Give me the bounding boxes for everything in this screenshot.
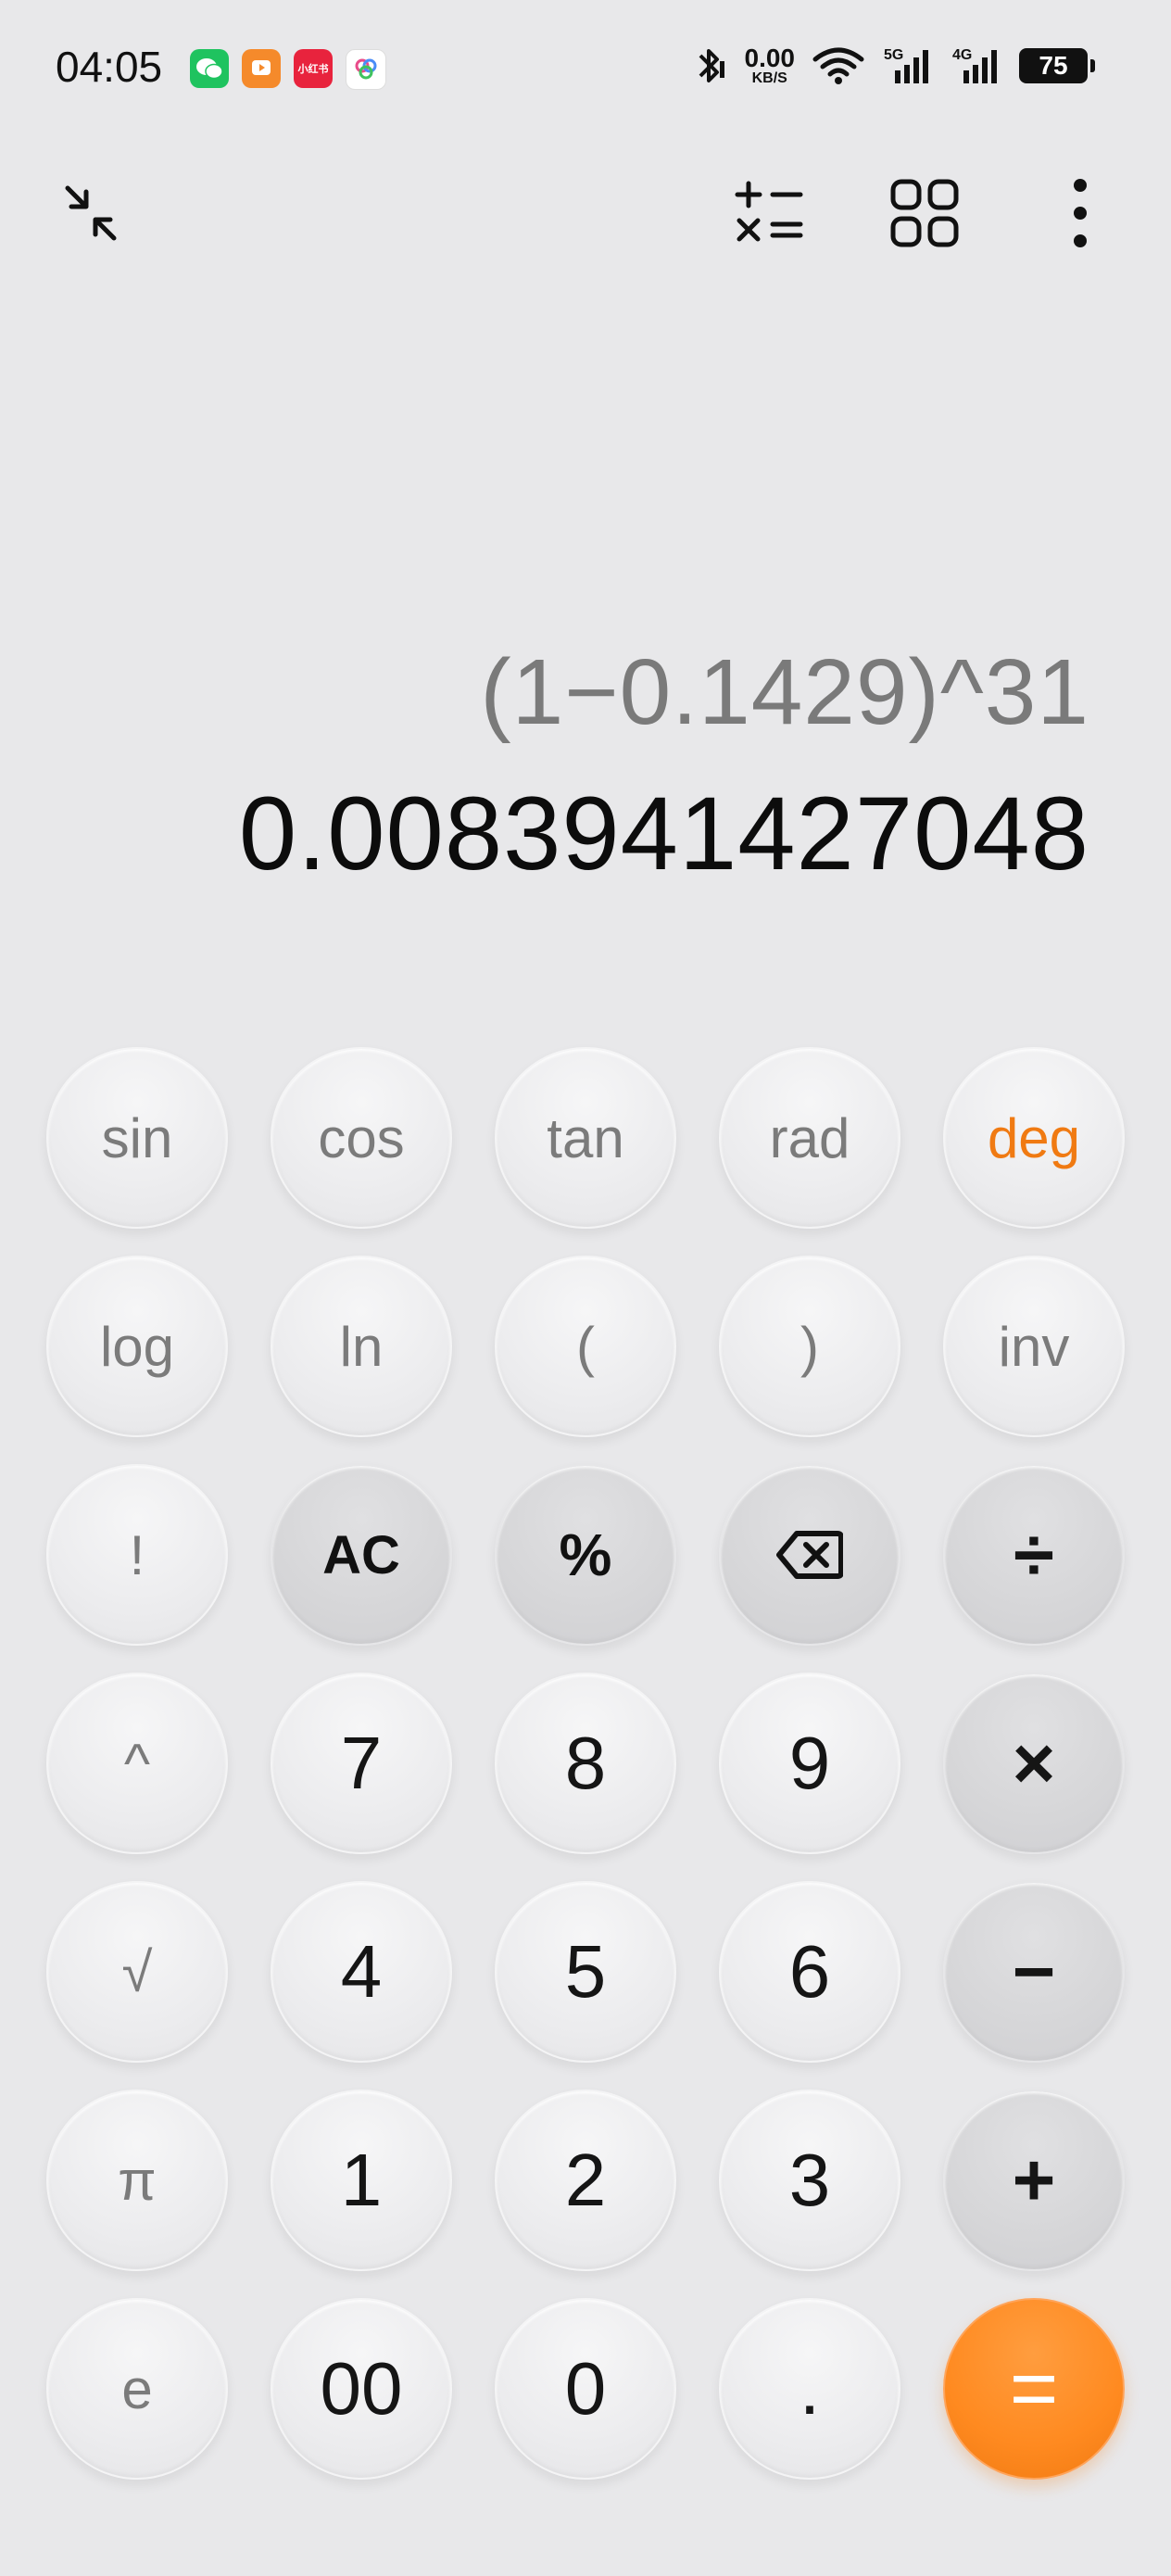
digit-7-button[interactable]: 7 — [271, 1673, 452, 1854]
decimal-point-button[interactable]: . — [719, 2298, 900, 2480]
wifi-icon — [812, 47, 864, 84]
notification-app-icons: 小红书 — [190, 49, 386, 90]
collapse-button[interactable] — [44, 167, 137, 259]
expression-display: (1−0.1429)^31 — [480, 640, 1089, 744]
digit-5-button[interactable]: 5 — [495, 1881, 676, 2063]
equals-button[interactable]: = — [943, 2298, 1125, 2480]
wechat-icon — [190, 49, 229, 88]
scientific-grid-button[interactable] — [878, 167, 971, 259]
battery-indicator: 75 — [1019, 48, 1095, 83]
more-vertical-icon — [1074, 179, 1087, 247]
backspace-icon — [776, 1531, 843, 1579]
tan-button[interactable]: tan — [495, 1047, 676, 1229]
digit-1-button[interactable]: 1 — [271, 2090, 452, 2271]
digit-9-button[interactable]: 9 — [719, 1673, 900, 1854]
subtract-button[interactable]: − — [943, 1881, 1125, 2063]
euler-e-button[interactable]: e — [46, 2298, 228, 2480]
grid-icon — [890, 179, 959, 247]
power-button[interactable]: ^ — [46, 1673, 228, 1854]
digit-0-button[interactable]: 0 — [495, 2298, 676, 2480]
digit-8-button[interactable]: 8 — [495, 1673, 676, 1854]
ln-button[interactable]: ln — [271, 1256, 452, 1437]
unit-converter-icon — [735, 181, 803, 242]
multiply-button[interactable]: × — [943, 1673, 1125, 1854]
pi-button[interactable]: π — [46, 2090, 228, 2271]
digit-2-button[interactable]: 2 — [495, 2090, 676, 2271]
log-button[interactable]: log — [46, 1256, 228, 1437]
cos-button[interactable]: cos — [271, 1047, 452, 1229]
inv-button[interactable]: inv — [943, 1256, 1125, 1437]
signal-4g-label: 4G — [952, 47, 972, 63]
unit-converter-button[interactable] — [723, 167, 815, 259]
close-paren-button[interactable]: ) — [719, 1256, 900, 1437]
network-speed-value: 0.00 — [744, 44, 796, 72]
signal-4g-icon: 4G — [952, 47, 997, 83]
status-indicators: 0.00 KB/S 5G 4G 75 — [691, 44, 1095, 87]
photos-icon — [346, 49, 386, 90]
divide-button[interactable]: ÷ — [943, 1464, 1125, 1646]
open-paren-button[interactable]: ( — [495, 1256, 676, 1437]
digit-4-button[interactable]: 4 — [271, 1881, 452, 2063]
factorial-button[interactable]: ! — [46, 1464, 228, 1646]
sin-button[interactable]: sin — [46, 1047, 228, 1229]
percent-button[interactable]: % — [495, 1464, 676, 1646]
video-app-icon — [242, 49, 281, 88]
xiaohongshu-icon: 小红书 — [294, 49, 333, 88]
digit-6-button[interactable]: 6 — [719, 1881, 900, 2063]
double-zero-button[interactable]: 00 — [271, 2298, 452, 2480]
digit-3-button[interactable]: 3 — [719, 2090, 900, 2271]
add-button[interactable]: + — [943, 2090, 1125, 2271]
signal-5g-icon: 5G — [884, 47, 928, 83]
status-time: 04:05 — [56, 43, 163, 91]
more-options-button[interactable] — [1034, 167, 1127, 259]
signal-5g-label: 5G — [884, 47, 903, 63]
collapse-icon — [65, 185, 117, 241]
network-speed: 0.00 KB/S — [745, 45, 796, 86]
sqrt-button[interactable]: √ — [46, 1881, 228, 2063]
all-clear-button[interactable]: AC — [271, 1464, 452, 1646]
backspace-button[interactable] — [719, 1464, 900, 1646]
rad-button[interactable]: rad — [719, 1047, 900, 1229]
deg-button[interactable]: deg — [943, 1047, 1125, 1229]
bluetooth-icon — [699, 49, 724, 82]
network-speed-unit: KB/S — [751, 70, 787, 86]
result-display: 0.0083941427048 — [238, 776, 1089, 891]
status-bar: 04:05 小红书 0.00 KB/S 5G 4G 75 — [0, 0, 1171, 139]
